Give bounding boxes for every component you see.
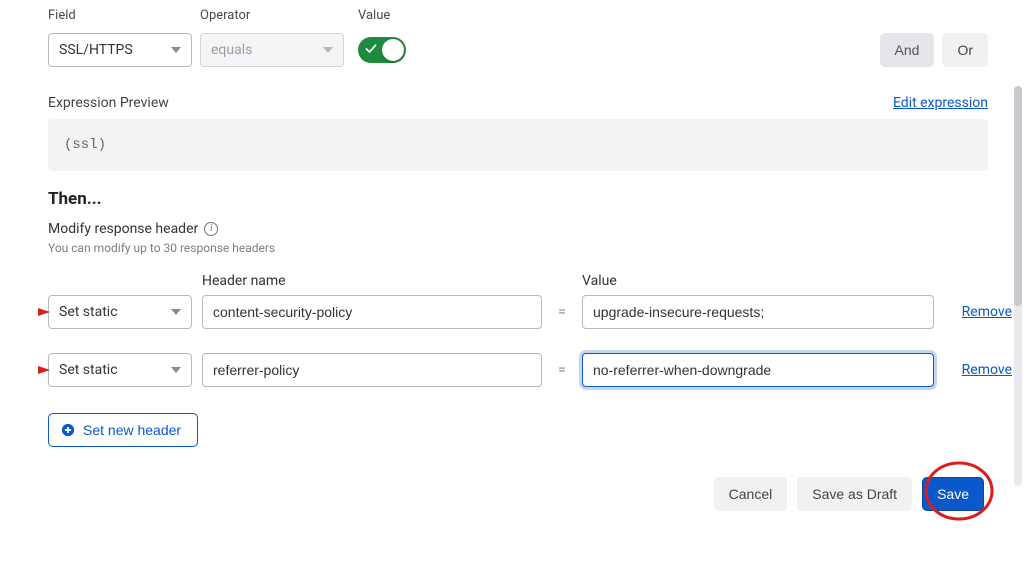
field-label: Field <box>48 8 192 23</box>
modify-caption: You can modify up to 30 response headers <box>48 241 988 255</box>
set-new-header-button[interactable]: Set new header <box>48 413 198 447</box>
and-button[interactable]: And <box>880 33 935 67</box>
edit-expression-link[interactable]: Edit expression <box>893 95 988 111</box>
plus-circle-icon <box>61 423 75 437</box>
operator-label: Operator <box>200 8 344 23</box>
header-value-input[interactable] <box>582 353 934 387</box>
header-mode-value: Set static <box>59 304 118 320</box>
modify-response-header-label: Modify response header <box>48 221 198 237</box>
chevron-down-icon <box>171 309 181 315</box>
toggle-knob <box>382 39 404 61</box>
equals-label: = <box>552 362 572 378</box>
scrollbar[interactable] <box>1014 86 1022 486</box>
header-name-col-label: Header name <box>202 273 542 289</box>
header-value-input[interactable] <box>582 295 934 329</box>
value-label: Value <box>358 8 438 23</box>
header-value-col-label: Value <box>582 273 934 289</box>
chevron-down-icon <box>171 367 181 373</box>
info-icon[interactable]: i <box>204 222 218 236</box>
cancel-button[interactable]: Cancel <box>714 477 788 511</box>
check-icon <box>365 43 379 57</box>
then-heading: Then... <box>48 189 988 209</box>
header-row: Set static=Remove <box>48 295 988 329</box>
field-select[interactable]: SSL/HTTPS <box>48 33 192 67</box>
annotation-arrow-icon <box>8 359 50 381</box>
expression-preview-code: (ssl) <box>48 119 988 171</box>
chevron-down-icon <box>323 47 333 53</box>
header-mode-select[interactable]: Set static <box>48 295 192 329</box>
field-select-value: SSL/HTTPS <box>59 42 133 58</box>
header-mode-value: Set static <box>59 362 118 378</box>
operator-select[interactable]: equals <box>200 33 344 67</box>
header-name-input[interactable] <box>202 295 542 329</box>
expression-preview-label: Expression Preview <box>48 95 169 111</box>
save-as-draft-button[interactable]: Save as Draft <box>797 477 912 511</box>
scrollbar-thumb[interactable] <box>1014 86 1022 306</box>
header-row: Set static=Remove <box>48 353 988 387</box>
header-mode-select[interactable]: Set static <box>48 353 192 387</box>
remove-header-link[interactable]: Remove <box>944 362 1012 378</box>
equals-label: = <box>552 304 572 320</box>
save-button[interactable]: Save <box>922 477 984 511</box>
or-button[interactable]: Or <box>942 33 988 67</box>
set-new-header-label: Set new header <box>83 422 181 438</box>
chevron-down-icon <box>171 47 181 53</box>
annotation-arrow-icon <box>8 301 50 323</box>
value-toggle[interactable] <box>358 37 406 63</box>
operator-select-value: equals <box>211 42 252 58</box>
header-name-input[interactable] <box>202 353 542 387</box>
remove-header-link[interactable]: Remove <box>944 304 1012 320</box>
